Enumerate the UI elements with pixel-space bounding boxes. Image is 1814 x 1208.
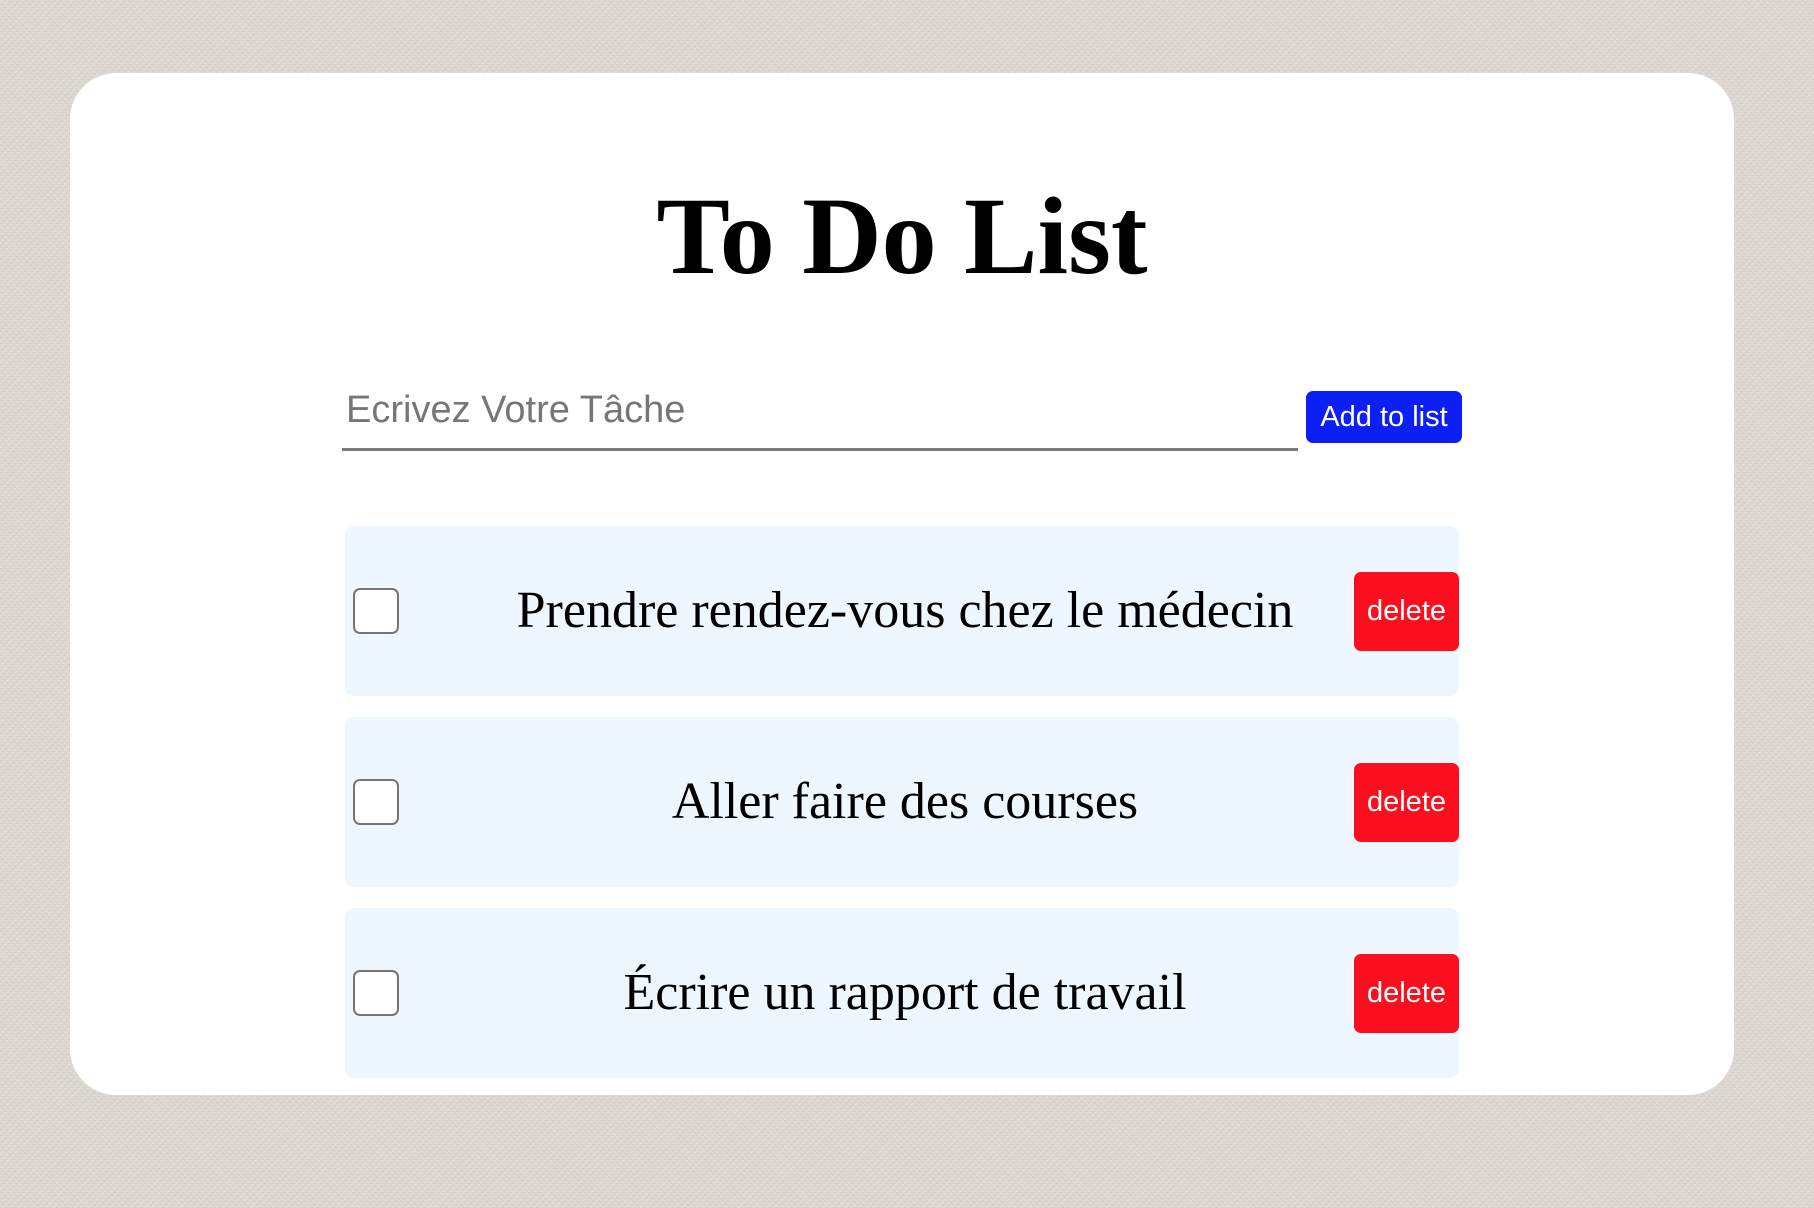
task-input[interactable]	[342, 373, 1298, 451]
task-text: Écrire un rapport de travail	[623, 964, 1187, 1021]
task-row: Prendre rendez-vous chez le médecin dele…	[345, 526, 1459, 696]
task-row: Aller faire des courses delete	[345, 717, 1459, 887]
task-checkbox[interactable]	[353, 588, 399, 634]
task-text: Aller faire des courses	[671, 773, 1139, 830]
task-checkbox[interactable]	[353, 970, 399, 1016]
delete-button[interactable]: delete	[1354, 954, 1459, 1033]
page-title: To Do List	[656, 175, 1148, 297]
add-to-list-button[interactable]: Add to list	[1306, 391, 1462, 443]
task-row: Écrire un rapport de travail delete	[345, 908, 1459, 1078]
task-checkbox[interactable]	[353, 779, 399, 825]
delete-button[interactable]: delete	[1354, 763, 1459, 842]
todo-card: To Do List Add to list Prendre rendez-vo…	[70, 73, 1734, 1095]
task-list: Prendre rendez-vous chez le médecin dele…	[345, 526, 1459, 1099]
delete-button[interactable]: delete	[1354, 572, 1459, 651]
task-text: Prendre rendez-vous chez le médecin	[516, 582, 1294, 639]
